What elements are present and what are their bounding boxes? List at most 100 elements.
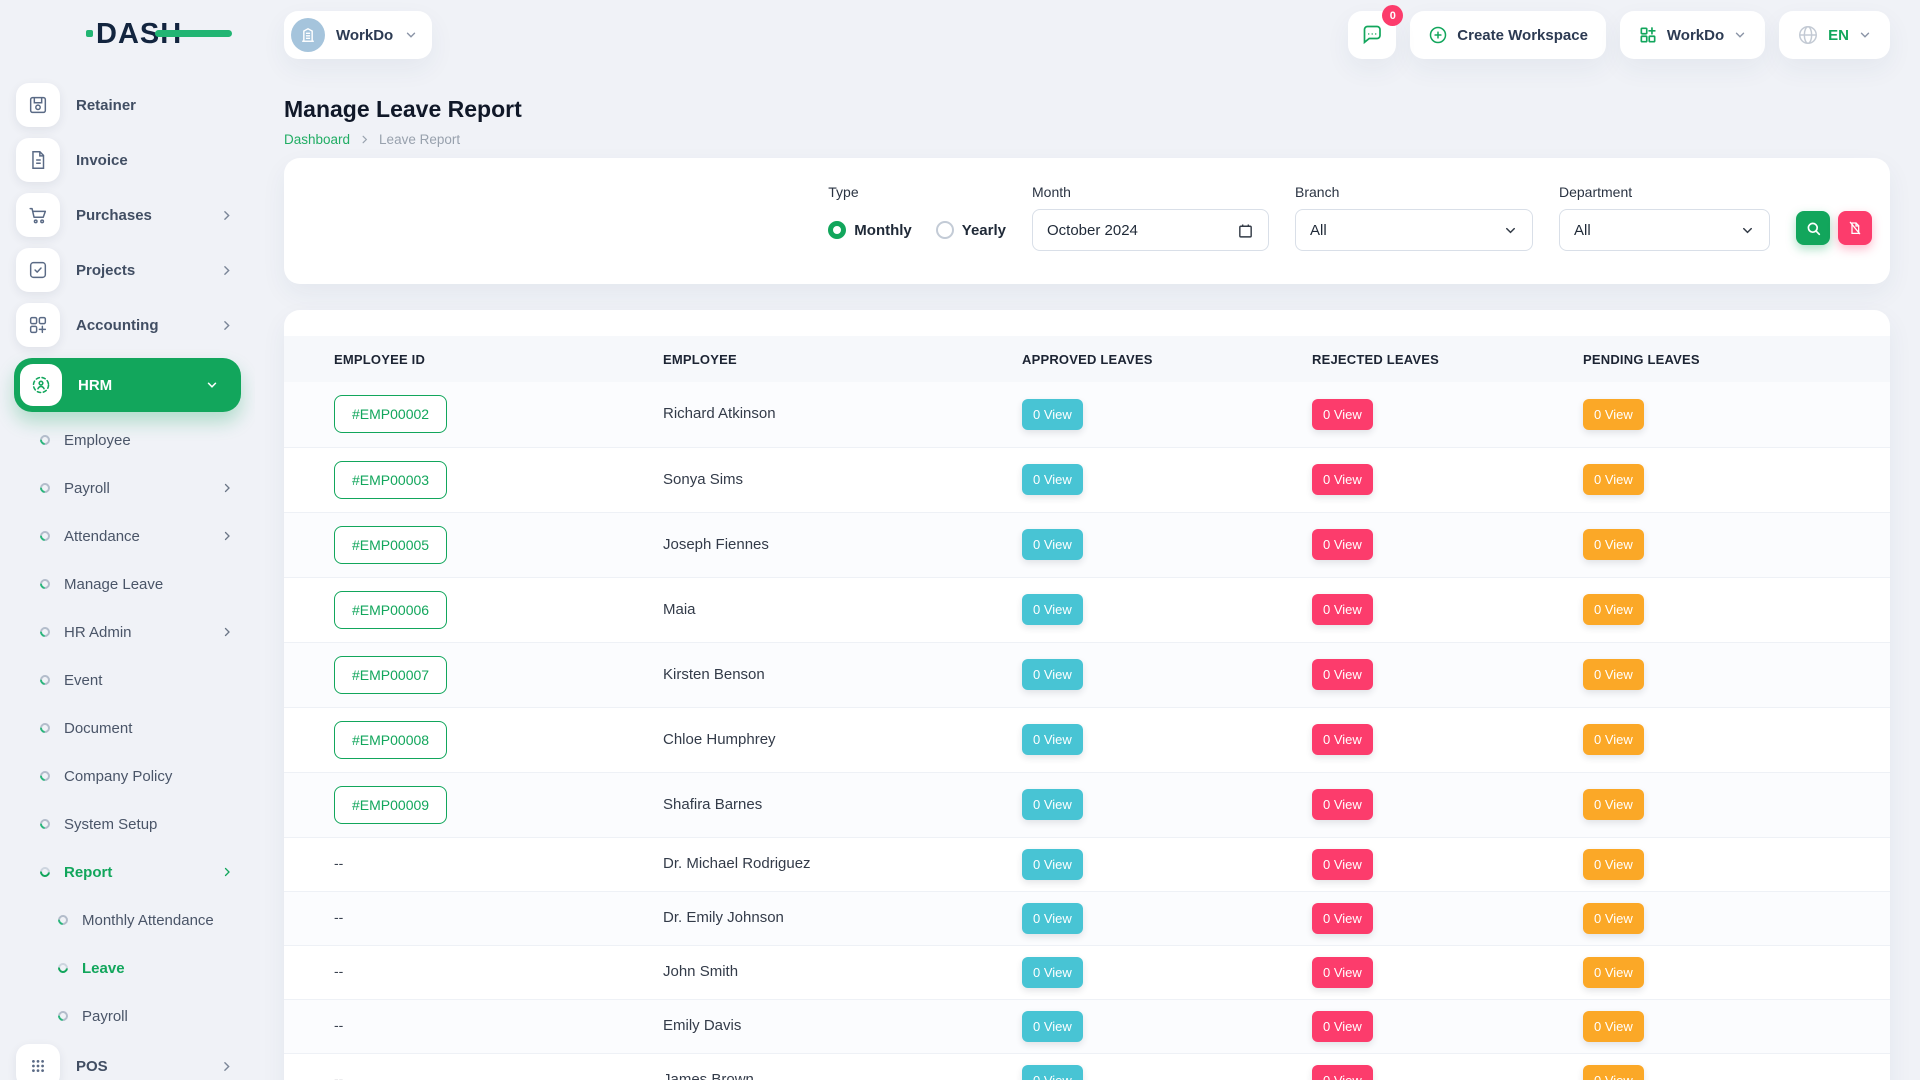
table-row: -- John Smith 0 View 0 View 0 View (284, 945, 1890, 999)
calendar-icon[interactable] (1237, 222, 1254, 239)
sidebar-item-payroll[interactable]: Payroll (16, 468, 239, 508)
rejected-badge[interactable]: 0 View (1312, 529, 1373, 560)
workspace-grid-icon (1638, 25, 1658, 45)
language-selector[interactable]: EN (1779, 11, 1890, 59)
pending-badge[interactable]: 0 View (1583, 594, 1644, 625)
pending-badge[interactable]: 0 View (1583, 529, 1644, 560)
approved-badge[interactable]: 0 View (1022, 659, 1083, 690)
rejected-badge[interactable]: 0 View (1312, 903, 1373, 934)
rejected-badge[interactable]: 0 View (1312, 1011, 1373, 1042)
breadcrumb-dashboard-link[interactable]: Dashboard (284, 132, 350, 147)
rejected-badge[interactable]: 0 View (1312, 789, 1373, 820)
sidebar-item-label: System Setup (64, 816, 157, 833)
rejected-badge[interactable]: 0 View (1312, 957, 1373, 988)
employee-id-button[interactable]: #EMP00008 (334, 721, 447, 759)
rejected-badge[interactable]: 0 View (1312, 464, 1373, 495)
chevron-right-icon (220, 209, 239, 222)
sidebar-item-invoice[interactable]: Invoice (16, 138, 239, 182)
bullet-icon (38, 481, 52, 495)
approved-badge[interactable]: 0 View (1022, 399, 1083, 430)
employee-name: Chloe Humphrey (663, 731, 776, 748)
sidebar-item-event[interactable]: Event (16, 660, 239, 700)
file-off-icon (1847, 220, 1863, 236)
pending-badge[interactable]: 0 View (1583, 724, 1644, 755)
pending-badge[interactable]: 0 View (1583, 1011, 1644, 1042)
employee-id-button[interactable]: #EMP00009 (334, 786, 447, 824)
dash-logo[interactable]: DASH (86, 16, 236, 55)
department-value: All (1574, 222, 1591, 239)
employee-id-cell: #EMP00003 (284, 447, 662, 512)
sidebar-item-retainer[interactable]: Retainer (16, 83, 239, 127)
approved-badge[interactable]: 0 View (1022, 1011, 1083, 1042)
pending-badge[interactable]: 0 View (1583, 399, 1644, 430)
sidebar-item-leave[interactable]: Leave (16, 948, 239, 988)
employee-name: Richard Atkinson (663, 405, 776, 422)
month-input[interactable]: October 2024 (1032, 209, 1269, 251)
radio-monthly[interactable]: Monthly (828, 221, 912, 239)
sidebar-item-hr-admin[interactable]: HR Admin (16, 612, 239, 652)
pending-badge[interactable]: 0 View (1583, 659, 1644, 690)
breadcrumb: Dashboard Leave Report (284, 132, 1890, 147)
pending-badge[interactable]: 0 View (1583, 1065, 1644, 1080)
approved-badge[interactable]: 0 View (1022, 1065, 1083, 1080)
sidebar-item-system-setup[interactable]: System Setup (16, 804, 239, 844)
sidebar-item-employee[interactable]: Employee (16, 420, 239, 460)
approved-badge[interactable]: 0 View (1022, 724, 1083, 755)
create-workspace-button[interactable]: Create Workspace (1410, 11, 1606, 59)
approved-badge[interactable]: 0 View (1022, 789, 1083, 820)
sidebar-item-company-policy[interactable]: Company Policy (16, 756, 239, 796)
sidebar-item-report[interactable]: Report (16, 852, 239, 892)
pending-badge[interactable]: 0 View (1583, 464, 1644, 495)
approved-badge[interactable]: 0 View (1022, 529, 1083, 560)
sidebar-item-pos[interactable]: POS (16, 1044, 239, 1080)
sidebar-item-accounting[interactable]: Accounting (16, 303, 239, 347)
sidebar-item-attendance[interactable]: Attendance (16, 516, 239, 556)
sidebar-item-manage-leave[interactable]: Manage Leave (16, 564, 239, 604)
pending-badge[interactable]: 0 View (1583, 789, 1644, 820)
rejected-badge[interactable]: 0 View (1312, 1065, 1373, 1080)
sidebar-item-purchases[interactable]: Purchases (16, 193, 239, 237)
sidebar-item-projects[interactable]: Projects (16, 248, 239, 292)
sidebar-item-hrm[interactable]: HRM (14, 358, 241, 412)
radio-yearly[interactable]: Yearly (936, 221, 1006, 239)
hrm-icon (20, 364, 62, 406)
workspace-menu-button[interactable]: WorkDo (1620, 11, 1765, 59)
sidebar-item-report-payroll[interactable]: Payroll (16, 996, 239, 1036)
rejected-badge[interactable]: 0 View (1312, 849, 1373, 880)
sidebar-item-monthly-attendance[interactable]: Monthly Attendance (16, 900, 239, 940)
employee-id-button[interactable]: #EMP00006 (334, 591, 447, 629)
branch-select[interactable]: All (1295, 209, 1533, 251)
employee-id-button[interactable]: #EMP00003 (334, 461, 447, 499)
employee-name: John Smith (663, 963, 738, 980)
approved-badge[interactable]: 0 View (1022, 903, 1083, 934)
pending-badge[interactable]: 0 View (1583, 903, 1644, 934)
approved-badge[interactable]: 0 View (1022, 849, 1083, 880)
approved-badge[interactable]: 0 View (1022, 957, 1083, 988)
create-workspace-label: Create Workspace (1457, 27, 1588, 44)
messages-button[interactable]: 0 (1348, 11, 1396, 59)
table-row: #EMP00002 Richard Atkinson 0 View 0 View… (284, 382, 1890, 447)
rejected-badge[interactable]: 0 View (1312, 594, 1373, 625)
chevron-right-icon (220, 1060, 239, 1073)
rejected-badge[interactable]: 0 View (1312, 724, 1373, 755)
search-button[interactable] (1796, 211, 1830, 245)
rejected-badge[interactable]: 0 View (1312, 399, 1373, 430)
sidebar-item-document[interactable]: Document (16, 708, 239, 748)
radio-icon[interactable] (936, 221, 954, 239)
workspace-selector[interactable]: WorkDo (284, 11, 432, 59)
employee-id-button[interactable]: #EMP00007 (334, 656, 447, 694)
employee-id-button[interactable]: #EMP00002 (334, 395, 447, 433)
employee-id-button[interactable]: #EMP00005 (334, 526, 447, 564)
department-select[interactable]: All (1559, 209, 1770, 251)
radio-icon[interactable] (828, 221, 846, 239)
rejected-badge[interactable]: 0 View (1312, 659, 1373, 690)
approved-badge[interactable]: 0 View (1022, 594, 1083, 625)
approved-badge[interactable]: 0 View (1022, 464, 1083, 495)
month-label: Month (1032, 184, 1269, 200)
employee-name: Emily Davis (663, 1017, 741, 1034)
col-approved-leaves: APPROVED LEAVES (1021, 336, 1311, 382)
pending-badge[interactable]: 0 View (1583, 957, 1644, 988)
pending-badge[interactable]: 0 View (1583, 849, 1644, 880)
leave-table-body: #EMP00002 Richard Atkinson 0 View 0 View… (284, 382, 1890, 1080)
reset-button[interactable] (1838, 211, 1872, 245)
